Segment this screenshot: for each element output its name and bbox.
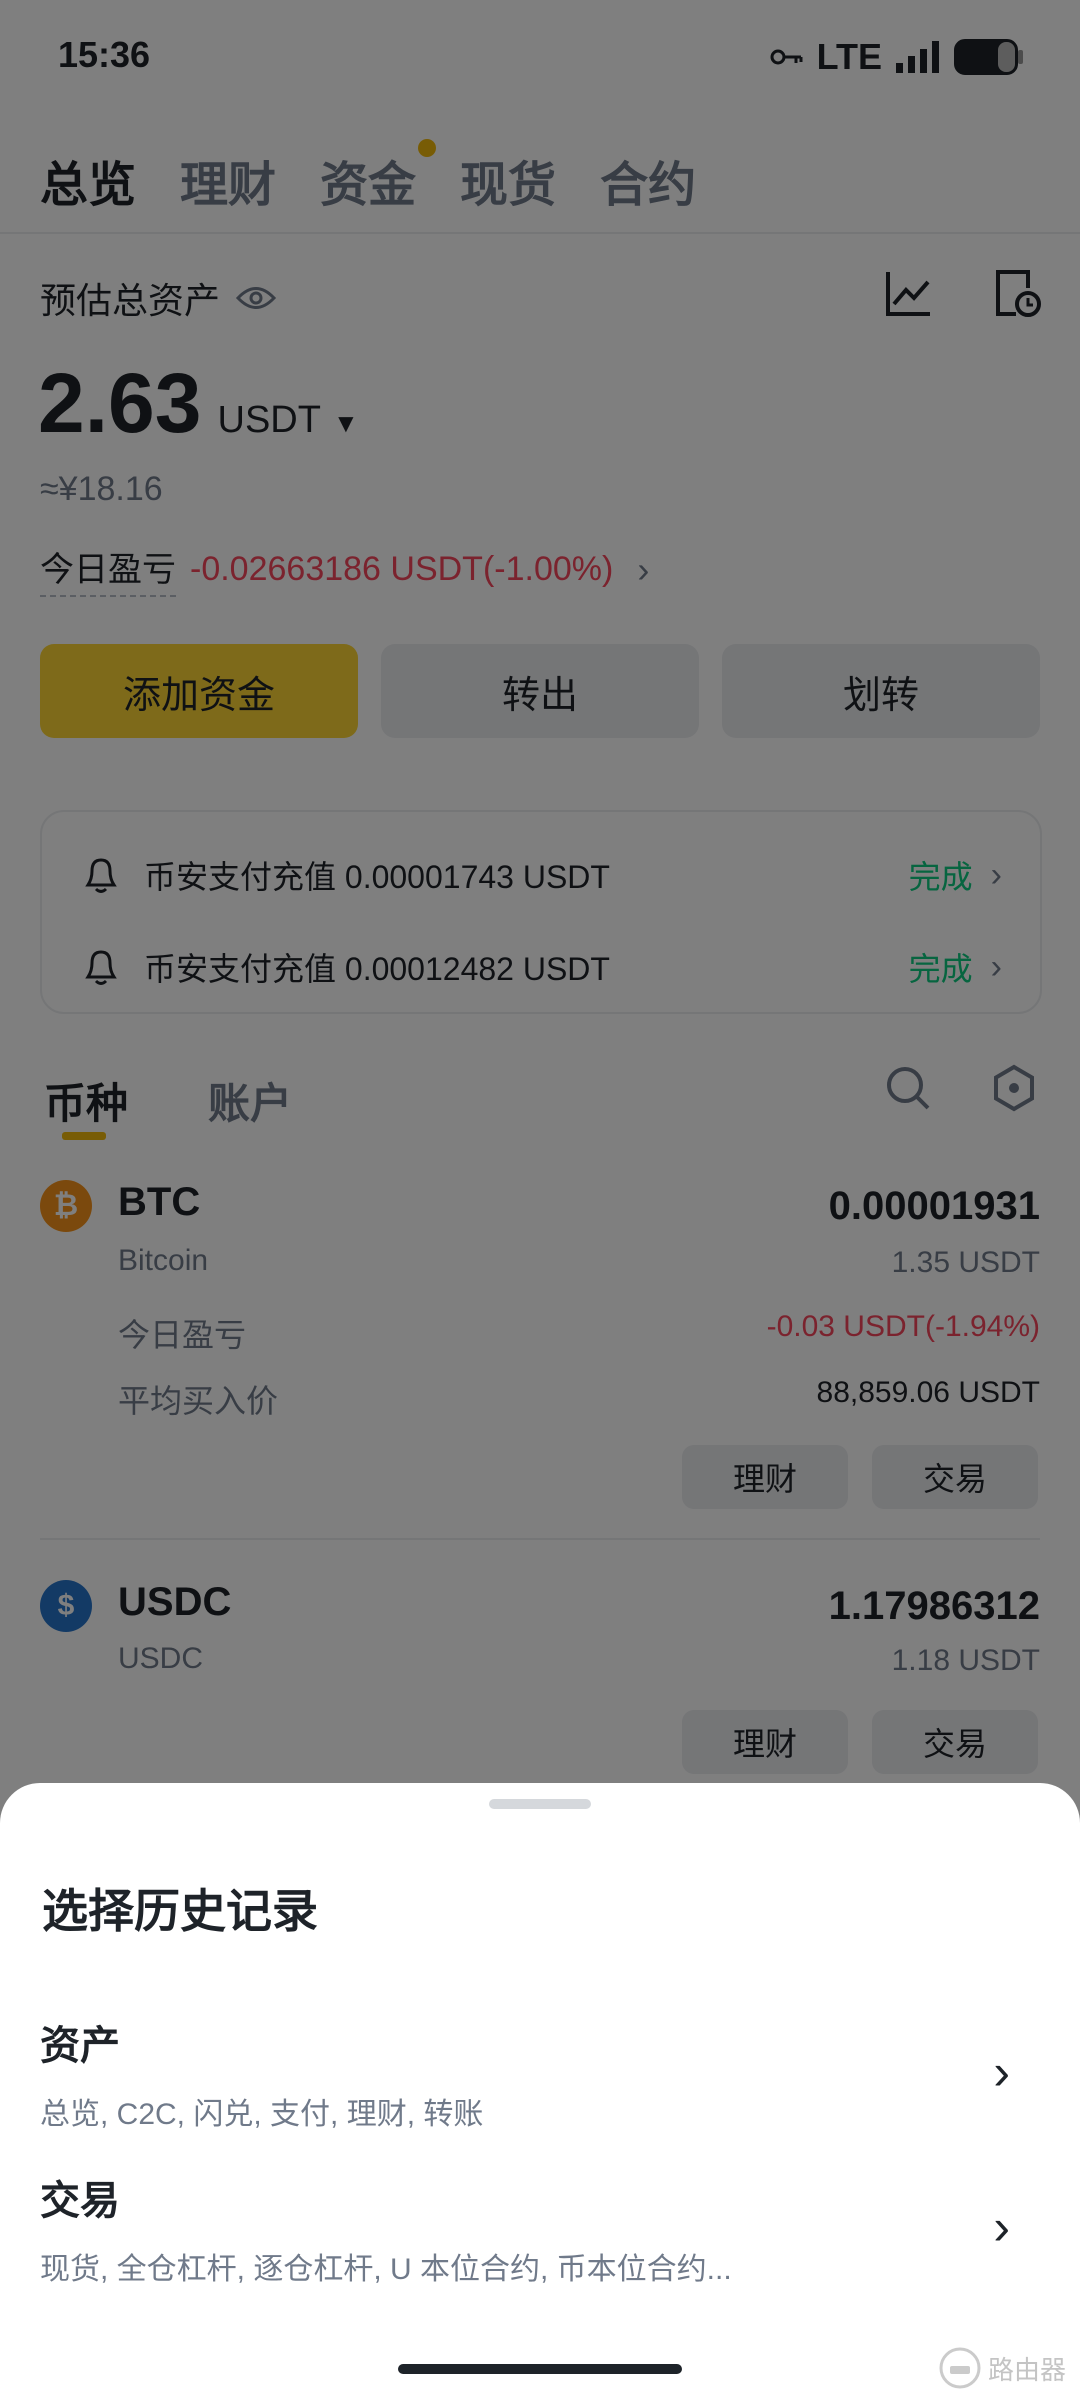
sheet-title: 选择历史记录: [42, 1885, 318, 1937]
watermark: 路由器: [938, 2346, 1066, 2390]
chevron-right-icon: ›: [993, 2199, 1010, 2255]
router-logo-icon: [939, 2347, 981, 2389]
sheet-item-trades[interactable]: 交易 现货, 全仓杠杆, 逐仓杠杆, U 本位合约, 币本位合约... ›: [40, 2168, 1040, 2298]
sheet-drag-handle[interactable]: [489, 1799, 591, 1809]
sheet-item-title: 资产: [40, 2024, 120, 2068]
watermark-text: 路由器: [987, 2354, 1066, 2385]
chevron-right-icon: ›: [993, 2044, 1010, 2100]
sheet-item-title: 交易: [40, 2179, 120, 2223]
home-indicator[interactable]: [398, 2364, 682, 2374]
sheet-item-subtitle: 总览, C2C, 闪兑, 支付, 理财, 转账: [40, 2098, 484, 2131]
sheet-item-assets[interactable]: 资产 总览, C2C, 闪兑, 支付, 理财, 转账 ›: [40, 2013, 1040, 2143]
history-bottom-sheet: 选择历史记录 资产 总览, C2C, 闪兑, 支付, 理财, 转账 › 交易 现…: [0, 1783, 1080, 2400]
sheet-item-subtitle: 现货, 全仓杠杆, 逐仓杠杆, U 本位合约, 币本位合约...: [40, 2253, 732, 2286]
